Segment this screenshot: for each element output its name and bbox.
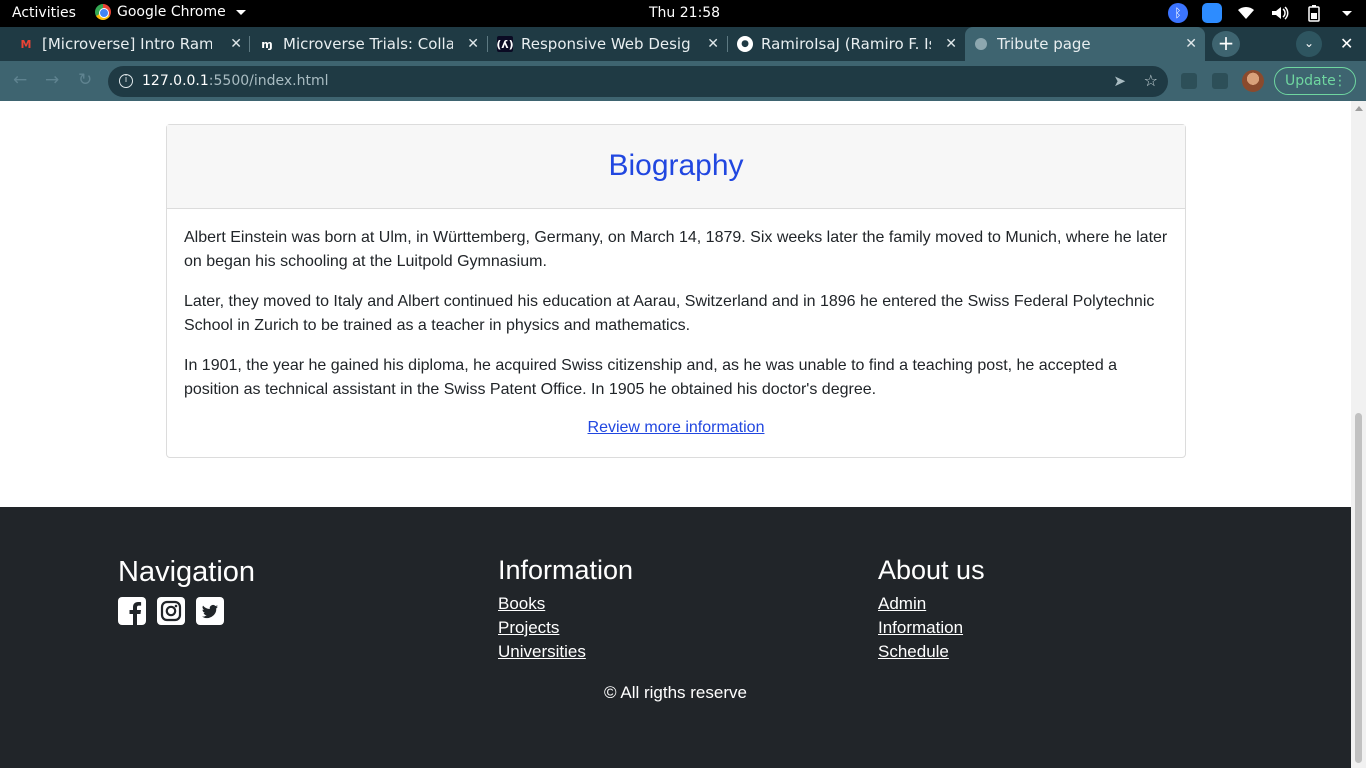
freecodecamp-icon: (ʎ) [496,36,514,52]
tab-gmail[interactable]: M [Microverse] Intro Ramiro ✕ [10,27,250,61]
extension-icon[interactable] [1181,73,1197,89]
footer-link-books[interactable]: Books [498,592,633,616]
social-links [118,597,255,625]
tab-separator [487,36,488,52]
close-tab-icon[interactable]: ✕ [707,36,719,52]
clock[interactable]: Thu 21:58 [649,5,720,21]
globe-icon [973,36,989,52]
scrollbar-thumb[interactable] [1355,413,1362,763]
tab-separator [727,36,728,52]
biography-paragraph: Albert Einstein was born at Ulm, in Würt… [184,229,1168,270]
twitter-icon[interactable] [196,597,224,625]
url-text[interactable]: 127.0.0.1:5500/index.html [142,73,329,89]
biography-paragraph: In 1901, the year he gained his diploma,… [184,357,1118,398]
copyright-text: © All rigths reserve [604,683,747,702]
footer-heading: Navigation [118,556,256,588]
page-scrollbar[interactable] [1351,101,1366,768]
card-body: Albert Einstein was born at Ulm, in Würt… [167,209,1185,440]
more-menu-icon[interactable]: ⋮ [1333,68,1347,94]
close-tab-icon[interactable]: ✕ [1185,36,1197,52]
footer-about: About us Admin Information Schedule [878,555,985,664]
tab-title: Responsive Web Design P [521,35,691,53]
microverse-icon: ɱ [261,37,273,51]
volume-icon[interactable] [1270,3,1290,23]
tab-title: [Microverse] Intro Ramiro [42,35,212,53]
instagram-icon[interactable] [157,597,185,625]
system-menu-chevron-icon[interactable] [1342,10,1352,16]
review-more-link[interactable]: Review more information [184,416,1168,440]
tab-github[interactable]: ● RamiroIsaJ (Ramiro F. Isa ✕ [729,27,965,61]
bluetooth-icon[interactable]: ᛒ [1168,3,1188,23]
biography-card: Biography Albert Einstein was born at Ul… [166,124,1186,458]
address-bar[interactable]: i 127.0.0.1:5500/index.html ➤ ☆ [108,66,1168,97]
footer-link-schedule[interactable]: Schedule [878,640,985,664]
tab-freecodecamp[interactable]: (ʎ) Responsive Web Design P ✕ [489,27,727,61]
biography-paragraph: Later, they moved to Italy and Albert co… [184,293,1155,334]
tab-tribute-page[interactable]: Tribute page ✕ [965,27,1205,61]
browser-toolbar: ← → ↻ i 127.0.0.1:5500/index.html ➤ ☆ [0,61,1366,101]
chevron-down-icon [235,9,246,15]
profile-avatar[interactable] [1242,70,1264,92]
card-title: Biography [608,149,744,182]
footer-link-universities[interactable]: Universities [498,640,633,664]
new-tab-button[interactable]: + [1212,31,1240,57]
forward-arrow-icon[interactable]: → [45,70,59,90]
footer-heading: About us [878,555,985,585]
footer: Navigation Information Books Projects Un… [0,507,1351,768]
tab-microverse[interactable]: ɱ Microverse Trials: Collabo ✕ [251,27,487,61]
window-close-icon[interactable]: ✕ [1340,34,1353,53]
scroll-up-arrow-icon[interactable] [1355,106,1363,111]
information-links: Books Projects Universities [498,592,633,664]
footer-navigation: Navigation [118,556,255,625]
tab-search-button[interactable]: ⌄ [1296,31,1322,57]
tab-separator [249,36,250,52]
footer-link-projects[interactable]: Projects [498,616,633,640]
tab-title: RamiroIsaJ (Ramiro F. Isa [761,35,931,53]
wifi-icon[interactable] [1236,3,1256,23]
about-links: Admin Information Schedule [878,592,985,664]
back-arrow-icon[interactable]: ← [13,70,27,90]
update-button[interactable]: Update ⋮ [1274,67,1356,95]
site-info-icon[interactable]: i [119,74,133,88]
close-tab-icon[interactable]: ✕ [230,36,242,52]
zoom-icon[interactable] [1202,3,1222,23]
close-tab-icon[interactable]: ✕ [945,36,957,52]
footer-information: Information Books Projects Universities [498,555,633,664]
facebook-icon[interactable] [118,597,146,625]
footer-link-admin[interactable]: Admin [878,592,985,616]
tab-strip: M [Microverse] Intro Ramiro ✕ ɱ Microver… [0,27,1366,61]
system-top-bar: Activities Google Chrome Thu 21:58 ᛒ [0,0,1366,27]
gmail-icon: M [20,37,32,51]
app-name: Google Chrome [117,4,226,20]
footer-link-information[interactable]: Information [878,616,985,640]
tab-title: Microverse Trials: Collabo [283,35,453,53]
tab-title: Tribute page [997,35,1091,53]
extension-icon[interactable] [1212,73,1228,89]
close-tab-icon[interactable]: ✕ [467,36,479,52]
card-header: Biography [167,125,1185,209]
bookmark-star-icon[interactable]: ☆ [1144,71,1158,90]
footer-heading: Information [498,555,634,585]
send-to-devices-icon[interactable]: ➤ [1113,72,1126,90]
page-viewport: Biography Albert Einstein was born at Ul… [0,101,1351,768]
app-menu[interactable]: Google Chrome [95,4,246,20]
activities-button[interactable]: Activities [12,5,76,21]
reload-icon[interactable]: ↻ [78,70,92,90]
github-icon: ● [737,36,753,52]
battery-icon[interactable] [1304,3,1324,23]
chrome-icon [95,4,111,20]
system-tray[interactable]: ᛒ [1168,3,1352,23]
